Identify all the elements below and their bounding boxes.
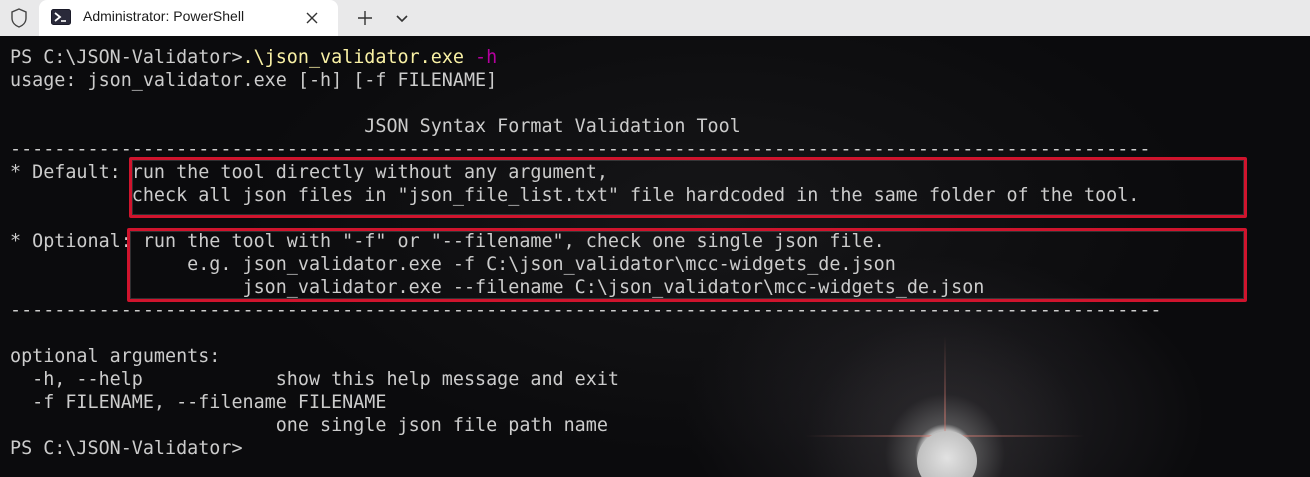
chevron-down-icon[interactable] <box>390 6 414 30</box>
usage-line: usage: json_validator.exe [-h] [-f FILEN… <box>10 70 498 91</box>
optional-args-header: optional arguments: <box>10 346 221 367</box>
background-moon <box>917 431 977 477</box>
tab-bar: Administrator: PowerShell <box>0 0 1310 36</box>
close-icon[interactable] <box>302 8 322 28</box>
filename-option-line: -f FILENAME, --filename FILENAME <box>10 392 387 413</box>
command-text: .\json_validator.exe <box>242 47 464 68</box>
optional-highlight-box <box>127 228 1247 302</box>
prompt-line: PS C:\JSON-Validator>.\json_validator.ex… <box>10 46 497 69</box>
plus-icon[interactable] <box>352 6 378 30</box>
tab-title: Administrator: PowerShell <box>83 8 245 24</box>
separator: ----------------------------------------… <box>10 300 1162 321</box>
filename-option-desc: one single json file path name <box>10 415 608 436</box>
final-prompt: PS C:\JSON-Validator> <box>10 438 243 459</box>
default-highlight-box <box>129 157 1247 218</box>
tool-title: JSON Syntax Format Validation Tool <box>10 116 741 137</box>
powershell-icon <box>51 9 71 25</box>
shield-icon <box>6 6 32 30</box>
help-option-line: -h, --help show this help message and ex… <box>10 369 619 390</box>
command-arg: -h <box>463 47 498 68</box>
prompt-path: PS C:\JSON-Validator> <box>10 47 243 68</box>
tab-powershell[interactable]: Administrator: PowerShell <box>39 0 338 36</box>
console-output[interactable]: PS C:\JSON-Validator>.\json_validator.ex… <box>0 36 1310 477</box>
